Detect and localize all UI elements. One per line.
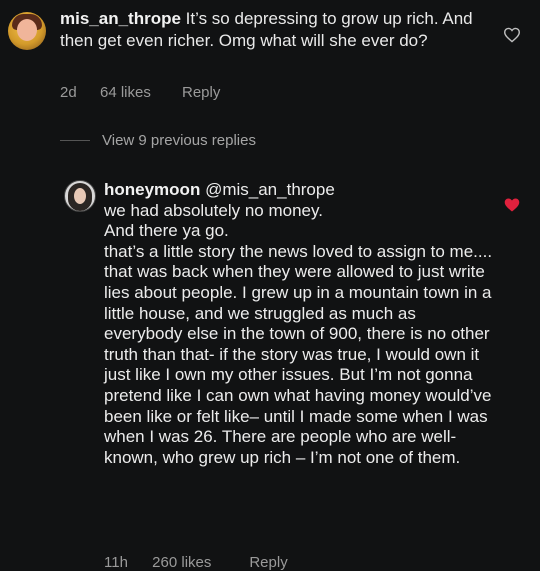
comment-likes-1[interactable]: 64 likes (100, 84, 182, 101)
comment-username-2[interactable]: honeymoon (104, 180, 200, 199)
comment-time-2: 11h (104, 554, 128, 571)
comment-paragraph-1: we had absolutely no money. (104, 200, 323, 220)
replies-divider (60, 140, 90, 141)
comment-paragraph-2: And there ya go. (104, 221, 229, 241)
heart-filled-icon[interactable] (503, 197, 521, 213)
comment-mention-2[interactable]: @mis_an_thrope (205, 180, 335, 199)
heart-outline-icon[interactable] (503, 27, 521, 43)
reply-button-1[interactable]: Reply (182, 84, 220, 101)
comment-likes-2[interactable]: 260 likes (152, 554, 245, 571)
comment-paragraph-3: that’s a little story the news loved to … (104, 241, 493, 467)
view-replies-label[interactable]: View 9 previous replies (102, 132, 256, 149)
reply-button-2[interactable]: Reply (249, 554, 287, 571)
comment-username-1[interactable]: mis_an_thrope (60, 9, 181, 28)
comment-text-2: honeymoon @mis_an_thrope we had absolute… (104, 180, 494, 468)
avatar-mis-an-thrope[interactable] (8, 12, 46, 50)
comment-meta-1: 2d 64 likes Reply (60, 84, 220, 101)
comment-meta-2: 11h 260 likes Reply (104, 554, 288, 571)
comment-text-1: mis_an_thrope It’s so depressing to grow… (60, 8, 480, 52)
view-previous-replies[interactable]: View 9 previous replies (60, 132, 256, 149)
comment-time-1: 2d (60, 84, 77, 101)
avatar-honeymoon[interactable] (64, 180, 96, 212)
